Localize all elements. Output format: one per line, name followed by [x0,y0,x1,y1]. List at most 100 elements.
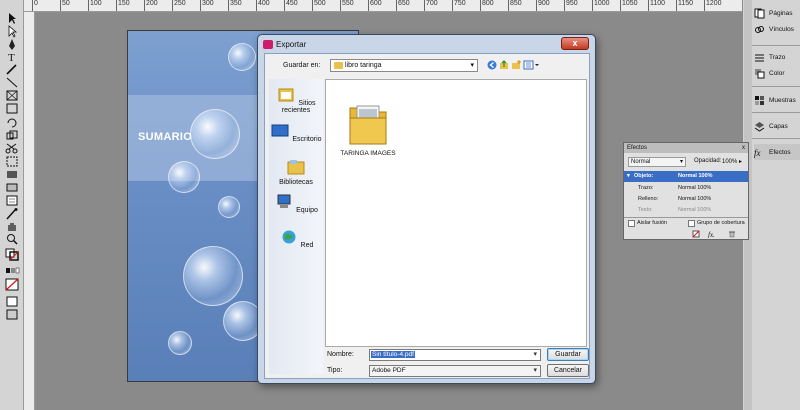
rotate-tool-icon[interactable] [4,116,20,129]
ruler-tick [256,0,257,11]
dock-divider [752,86,800,87]
view-menu-button[interactable] [523,60,541,70]
selection-tool-icon[interactable] [4,12,20,25]
normal-view-icon[interactable] [4,295,20,308]
place-recent-places[interactable]: Sitios recientes [269,87,323,114]
zoom-tool-icon[interactable] [4,233,20,246]
dock-item-links[interactable]: Vínculos [754,21,800,37]
back-button[interactable] [487,60,497,70]
effects-row-text[interactable]: Texto: Normal 100% [624,205,748,216]
effects-row-name: Texto: [638,207,653,213]
dock-divider [752,112,800,113]
place-label: Escritorio [292,136,322,143]
effects-row-name: Objeto: [634,173,654,179]
free-transform-tool-icon[interactable] [4,155,20,168]
effects-row-name: Trazo: [638,185,654,191]
svg-text:T: T [8,52,15,63]
ruler-tick [480,0,481,11]
dock-item-color[interactable]: Color [754,65,800,81]
vertical-ruler [24,12,35,410]
effects-row-stroke[interactable]: Trazo: Normal 100% [624,183,748,194]
ruler-tick [508,0,509,11]
effects-row-value: Normal 100% [678,185,712,191]
ruler-tick [172,0,173,11]
bubble-graphic [228,43,256,71]
pencil-tool-icon[interactable] [4,63,20,76]
hand-tool-icon[interactable] [4,220,20,233]
chevron-down-icon: ▾ [533,367,537,374]
effects-row-object[interactable]: ▾ Objeto: Normal 100% [624,171,748,182]
eyedropper-tool-icon[interactable] [4,207,20,220]
file-list[interactable]: TARINGA IMAGES [325,79,587,347]
file-type-select[interactable]: Adobe PDF ▾ [369,365,541,377]
effects-panel-titlebar[interactable]: Efectos x [624,143,748,153]
dock-item-swatches[interactable]: Muestras [754,92,800,108]
gradient-swatch-tool-icon[interactable] [4,168,20,181]
divider [624,217,748,218]
place-network[interactable]: Red [269,229,323,249]
trash-icon[interactable] [728,230,736,238]
ruler-tick [620,0,621,11]
tools-panel: T [0,0,24,410]
effects-panel-close-button[interactable]: x [742,143,748,153]
folder-icon [334,62,343,69]
ruler-tick [704,0,705,11]
place-computer[interactable]: Equipo [269,194,323,214]
direct-selection-tool-icon[interactable] [4,25,20,38]
preview-view-icon[interactable] [4,308,20,321]
up-folder-button[interactable] [499,60,509,70]
rectangle-frame-tool-icon[interactable] [4,89,20,102]
ruler-label: 850 [510,0,522,7]
bubble-graphic [218,196,240,218]
file-name-input[interactable]: Sin título-4.pdf ▾ [369,349,541,361]
new-folder-button[interactable] [511,60,521,70]
file-name-value: Sin título-4.pdf [371,351,415,358]
bubble-graphic [190,109,240,159]
ruler-tick [32,0,33,11]
dock-item-effects[interactable]: fx Efectos [754,144,800,160]
computer-icon [277,194,291,208]
apply-none-icon[interactable] [4,278,20,291]
ruler-tick [88,0,89,11]
effects-row-fill[interactable]: Relleno: Normal 100% [624,194,748,205]
apply-color-icon[interactable] [4,264,20,277]
save-in-select[interactable]: libro taringa ▾ [330,59,478,72]
isolate-blending-checkbox[interactable] [628,220,635,227]
note-tool-icon[interactable] [4,194,20,207]
ruler-tick [536,0,537,11]
rectangle-tool-icon[interactable] [4,102,20,115]
folder-item[interactable]: TARINGA IMAGES [330,100,406,157]
scale-tool-icon[interactable] [4,129,20,142]
type-tool-icon[interactable]: T [4,50,20,63]
scissors-tool-icon[interactable] [4,142,20,155]
color-icon [755,68,765,78]
fx-menu-icon[interactable]: fx. [708,230,718,238]
clear-effects-icon[interactable] [692,230,700,238]
cancel-button[interactable]: Cancelar [547,364,589,377]
save-button[interactable]: Guardar [547,348,589,361]
ruler-label: 50 [62,0,70,7]
fill-stroke-swatch-icon[interactable] [4,248,20,261]
dock-label-swatches: Muestras [769,96,796,104]
svg-text:fx.: fx. [708,231,715,238]
ruler-label: 1150 [678,0,694,7]
ruler-label: 100 [90,0,102,7]
dock-item-stroke[interactable]: Trazo [754,49,800,65]
ruler-label: 1000 [594,0,610,7]
dialog-close-button[interactable]: x [561,37,589,50]
opacity-field[interactable]: 100% ▸ [722,157,746,167]
blend-mode-select[interactable]: Normal ▾ [628,157,686,167]
folder-icon [349,105,387,145]
place-libraries[interactable]: Bibliotecas [269,159,323,186]
page-title: SUMARIO [138,131,193,143]
places-bar: Sitios recientes Escritorio Bibliotecas … [269,79,323,374]
dock-item-pages[interactable]: Páginas [754,5,800,21]
bubble-graphic [168,161,200,193]
stroke-icon [755,54,764,61]
ruler-label: 550 [342,0,354,7]
gradient-feather-tool-icon[interactable] [4,181,20,194]
line-tool-icon[interactable] [4,76,20,89]
place-desktop[interactable]: Escritorio [269,123,323,143]
dock-item-layers[interactable]: Capas [754,118,800,134]
knockout-group-checkbox[interactable] [688,220,695,227]
